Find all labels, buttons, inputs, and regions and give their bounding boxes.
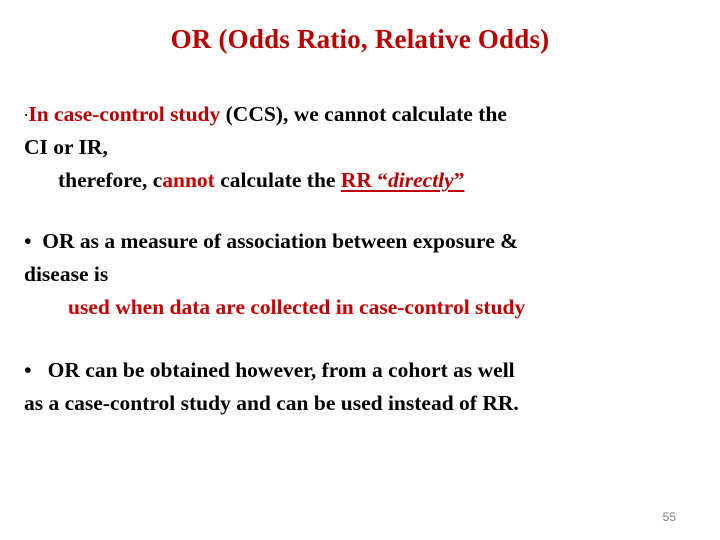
page-title: OR (Odds Ratio, Relative Odds) <box>170 24 550 54</box>
bullet-2-line-1-body: OR as a measure of association between e… <box>42 229 519 253</box>
bullet-1-line-1-rest: (CCS), we cannot calculate the <box>220 102 507 126</box>
bullet-2-line-3-emphasis: used when data are collected in case-con… <box>68 295 526 319</box>
bullet-2-line-2: disease is <box>24 258 696 291</box>
slide-body: ·In case-control study (CCS), we cannot … <box>24 98 696 420</box>
bullet-1-line-3: therefore, cannot calculate the RR “dire… <box>24 164 696 197</box>
bullet-3-line-1-body: OR can be obtained however, from a cohor… <box>47 358 515 382</box>
bullet-1-line-3-rr-directly: RR “directly” <box>341 168 465 192</box>
bullet-block-3: • OR can be obtained however, from a coh… <box>24 354 696 420</box>
bullet-1-line-3-emphasis-cannot: annot <box>162 168 215 192</box>
bullet-2-line-1: • OR as a measure of association between… <box>24 225 696 258</box>
bullet-1-line-1-emphasis: In case-control study <box>28 102 221 126</box>
slide-number: 55 <box>662 510 676 524</box>
bullet-marker-dot-icon: • <box>24 358 32 382</box>
bullet-2-line-3: used when data are collected in case-con… <box>24 291 696 324</box>
bullet-1-line-2-text: CI or IR, <box>24 135 108 159</box>
quote-close: ” <box>453 168 465 192</box>
bullet-3-line-1: • OR can be obtained however, from a coh… <box>24 354 696 387</box>
bullet-2-line-1-text <box>32 229 43 253</box>
bullet-1-line-3-part-c: calculate the <box>214 168 341 192</box>
rr-label: RR <box>340 168 378 192</box>
slide-canvas: OR (Odds Ratio, Relative Odds) ·In case-… <box>0 0 720 540</box>
bullet-1-line-2: CI or IR, <box>24 131 696 164</box>
bullet-block-2: • OR as a measure of association between… <box>24 225 696 324</box>
bullet-3-line-2-text: as a case-control study and can be used … <box>24 391 519 415</box>
bullet-block-1: ·In case-control study (CCS), we cannot … <box>24 98 696 197</box>
bullet-marker-dot-icon: • <box>24 229 32 253</box>
bullet-3-line-2: as a case-control study and can be used … <box>24 387 696 420</box>
bullet-1-line-1: ·In case-control study (CCS), we cannot … <box>24 98 696 131</box>
bullet-2-line-2-text: disease is <box>24 262 109 286</box>
quote-open: “ <box>377 168 389 192</box>
directly-emphasis: directly <box>388 168 454 192</box>
bullet-3-line-1-spacer <box>32 358 48 382</box>
bullet-1-line-3-part-a: therefore, c <box>58 168 163 192</box>
